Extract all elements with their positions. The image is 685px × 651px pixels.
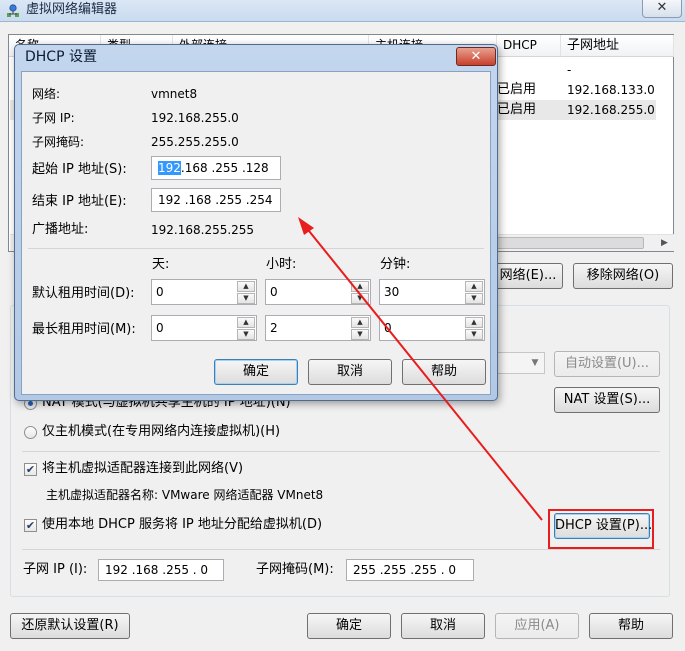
arrow-annotation: [298, 217, 543, 521]
